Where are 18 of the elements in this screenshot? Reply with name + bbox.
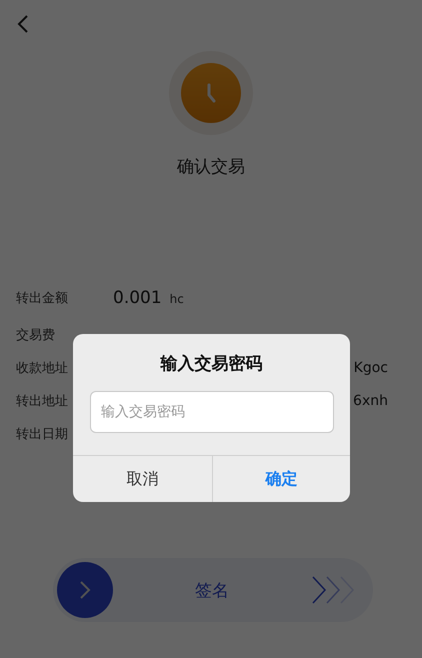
detail-label: 收款地址	[16, 360, 69, 376]
dialog-title: 输入交易密码	[159, 353, 264, 376]
unit-label: hc	[170, 292, 184, 306]
detail-label: 转出日期	[16, 426, 69, 442]
slide-label: 签名	[194, 580, 230, 602]
chevron-icon	[79, 580, 91, 600]
detail-value: 6xnh	[353, 392, 388, 408]
slide-handle[interactable]	[57, 562, 113, 618]
cancel-button[interactable]: 取消	[73, 456, 212, 502]
detail-value: Kgoc	[354, 360, 388, 376]
detail-value: 0.001	[113, 288, 162, 308]
password-field[interactable]: 输入交易密码	[90, 391, 334, 433]
page-title: 确认交易	[177, 156, 245, 178]
back-icon	[17, 14, 29, 34]
detail-label: 交易费	[16, 326, 56, 344]
detail-label: 转出地址	[16, 392, 69, 410]
detail-label: 转出金额	[16, 290, 69, 307]
clock-icon	[181, 63, 241, 123]
